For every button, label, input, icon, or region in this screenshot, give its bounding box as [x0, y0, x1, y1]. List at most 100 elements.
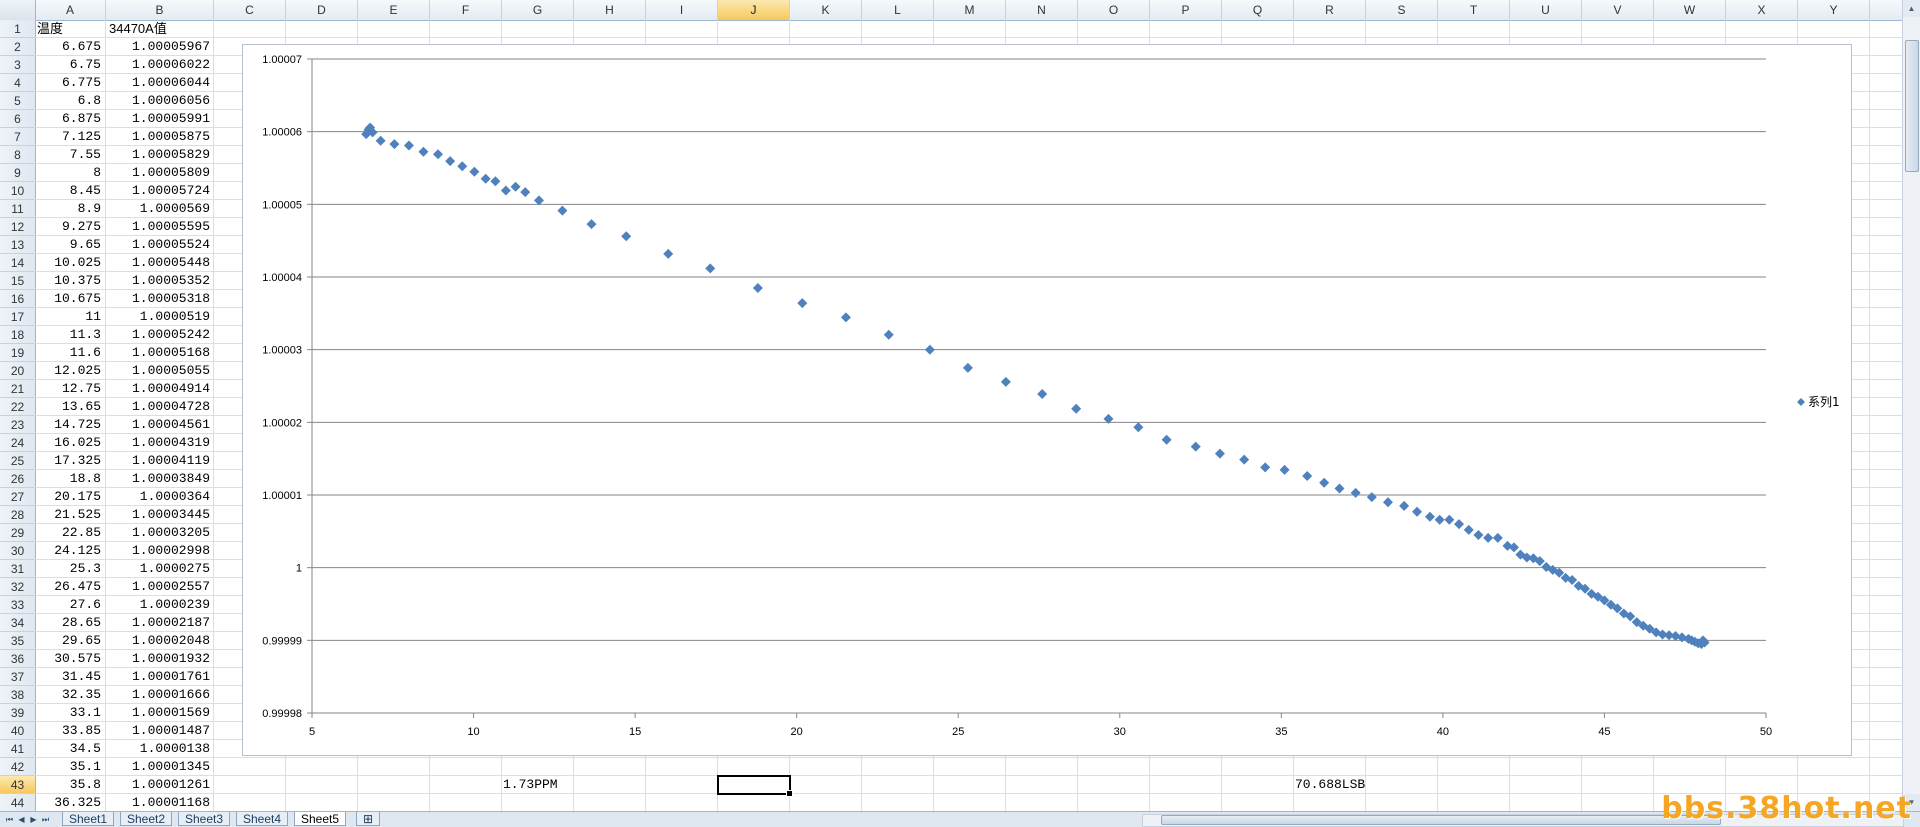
vertical-scrollbar[interactable]: ▲ ▼ [1902, 0, 1920, 811]
data-point[interactable] [1239, 454, 1250, 465]
cell-a1[interactable]: 温度 [37, 20, 103, 38]
data-point[interactable] [883, 329, 894, 340]
row-header-27[interactable]: 27 [0, 488, 35, 506]
data-point[interactable] [663, 248, 674, 259]
cell-a4[interactable]: 6.775 [35, 74, 101, 92]
cell-g43[interactable]: 1.73PPM [503, 776, 623, 794]
data-point[interactable] [1260, 462, 1271, 473]
row-header-8[interactable]: 8 [0, 146, 35, 164]
row-header-25[interactable]: 25 [0, 452, 35, 470]
data-point[interactable] [1492, 532, 1503, 543]
select-all-corner[interactable] [0, 0, 36, 20]
cell-a17[interactable]: 11 [35, 308, 101, 326]
next-sheet-icon[interactable]: ▶ [28, 812, 39, 827]
cell-b42[interactable]: 1.00001345 [106, 758, 210, 776]
row-header-38[interactable]: 38 [0, 686, 35, 704]
row-header-34[interactable]: 34 [0, 614, 35, 632]
cell-b22[interactable]: 1.00004728 [106, 398, 210, 416]
cell-b37[interactable]: 1.00001761 [106, 668, 210, 686]
cell-a18[interactable]: 11.3 [35, 326, 101, 344]
cell-a27[interactable]: 20.175 [35, 488, 101, 506]
data-point[interactable] [1279, 464, 1290, 475]
last-sheet-icon[interactable]: ⏭ [40, 812, 51, 827]
cell-b16[interactable]: 1.00005318 [106, 290, 210, 308]
column-header-v[interactable]: V [1582, 0, 1654, 20]
cell-a36[interactable]: 30.575 [35, 650, 101, 668]
column-header-x[interactable]: X [1726, 0, 1798, 20]
data-point[interactable] [1483, 532, 1494, 543]
data-point[interactable] [469, 166, 480, 177]
cell-b44[interactable]: 1.00001168 [106, 794, 210, 811]
first-sheet-icon[interactable]: ⏮ [4, 812, 15, 827]
row-header-28[interactable]: 28 [0, 506, 35, 524]
row-header-16[interactable]: 16 [0, 290, 35, 308]
column-header-p[interactable]: P [1150, 0, 1222, 20]
row-header-35[interactable]: 35 [0, 632, 35, 650]
cell-b38[interactable]: 1.00001666 [106, 686, 210, 704]
cell-b36[interactable]: 1.00001932 [106, 650, 210, 668]
row-header-5[interactable]: 5 [0, 92, 35, 110]
row-header-24[interactable]: 24 [0, 434, 35, 452]
column-header-j[interactable]: J [718, 0, 790, 20]
row-header-23[interactable]: 23 [0, 416, 35, 434]
row-header-13[interactable]: 13 [0, 236, 35, 254]
row-header-32[interactable]: 32 [0, 578, 35, 596]
row-header-1[interactable]: 1 [0, 20, 35, 38]
cell-a12[interactable]: 9.275 [35, 218, 101, 236]
data-point[interactable] [480, 173, 491, 184]
cell-b31[interactable]: 1.0000275 [106, 560, 210, 578]
cell-b21[interactable]: 1.00004914 [106, 380, 210, 398]
row-header-30[interactable]: 30 [0, 542, 35, 560]
data-point[interactable] [1350, 487, 1361, 498]
data-point[interactable] [962, 362, 973, 373]
row-header-21[interactable]: 21 [0, 380, 35, 398]
cell-r43[interactable]: 70.688LSB [1295, 776, 1435, 794]
row-header-33[interactable]: 33 [0, 596, 35, 614]
cell-a2[interactable]: 6.675 [35, 38, 101, 56]
cell-b5[interactable]: 1.00006056 [106, 92, 210, 110]
column-header-h[interactable]: H [574, 0, 646, 20]
data-point[interactable] [1412, 506, 1423, 517]
data-point[interactable] [705, 263, 716, 274]
cell-b27[interactable]: 1.0000364 [106, 488, 210, 506]
data-point[interactable] [500, 185, 511, 196]
cell-b34[interactable]: 1.00002187 [106, 614, 210, 632]
cell-b33[interactable]: 1.0000239 [106, 596, 210, 614]
cell-a11[interactable]: 8.9 [35, 200, 101, 218]
row-header-18[interactable]: 18 [0, 326, 35, 344]
fill-handle[interactable] [786, 790, 793, 797]
column-header-o[interactable]: O [1078, 0, 1150, 20]
data-point[interactable] [418, 146, 429, 157]
column-header-b[interactable]: B [106, 0, 214, 20]
cell-b25[interactable]: 1.00004119 [106, 452, 210, 470]
cell-a44[interactable]: 36.325 [35, 794, 101, 811]
cell-a21[interactable]: 12.75 [35, 380, 101, 398]
cell-a13[interactable]: 9.65 [35, 236, 101, 254]
row-header-10[interactable]: 10 [0, 182, 35, 200]
row-header-7[interactable]: 7 [0, 128, 35, 146]
row-header-41[interactable]: 41 [0, 740, 35, 758]
cell-a23[interactable]: 14.725 [35, 416, 101, 434]
data-point[interactable] [557, 205, 568, 216]
data-point[interactable] [1463, 524, 1474, 535]
row-header-39[interactable]: 39 [0, 704, 35, 722]
cell-a22[interactable]: 13.65 [35, 398, 101, 416]
cell-b7[interactable]: 1.00005875 [106, 128, 210, 146]
cell-b12[interactable]: 1.00005595 [106, 218, 210, 236]
row-header-22[interactable]: 22 [0, 398, 35, 416]
cell-b11[interactable]: 1.0000569 [106, 200, 210, 218]
cell-b35[interactable]: 1.00002048 [106, 632, 210, 650]
cell-a41[interactable]: 34.5 [35, 740, 101, 758]
cell-a20[interactable]: 12.025 [35, 362, 101, 380]
cell-b9[interactable]: 1.00005809 [106, 164, 210, 182]
column-header-t[interactable]: T [1438, 0, 1510, 20]
cell-a29[interactable]: 22.85 [35, 524, 101, 542]
insert-sheet-icon[interactable]: ⊞ [356, 812, 380, 826]
cell-a15[interactable]: 10.375 [35, 272, 101, 290]
row-header-6[interactable]: 6 [0, 110, 35, 128]
sheet-tab-sheet3[interactable]: Sheet3 [178, 812, 231, 826]
cell-a34[interactable]: 28.65 [35, 614, 101, 632]
data-point[interactable] [840, 312, 851, 323]
cell-b40[interactable]: 1.00001487 [106, 722, 210, 740]
data-point[interactable] [457, 161, 468, 172]
